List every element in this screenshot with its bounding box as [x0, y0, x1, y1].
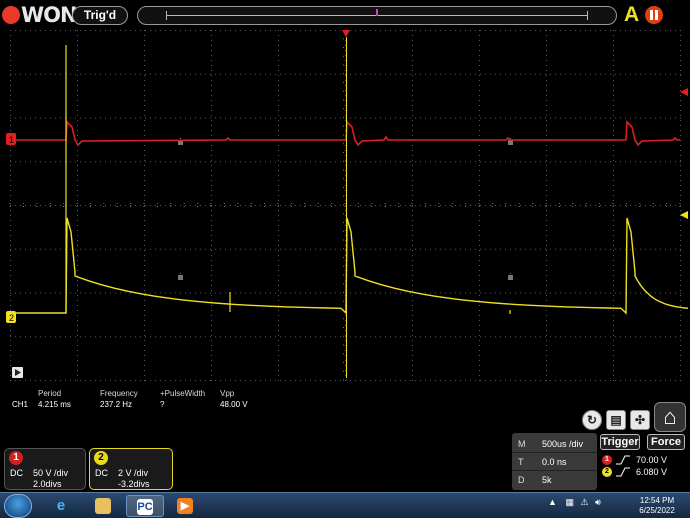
system-clock[interactable]: 12:54 PM 6/25/2022	[630, 496, 684, 516]
clock-time: 12:54 PM	[639, 496, 675, 505]
timebase-scale: 500us /div	[542, 439, 584, 449]
ch2-coupling: DC	[95, 468, 108, 478]
trigger-button[interactable]: Trigger	[600, 434, 640, 450]
volume-icon[interactable]: 🔊︎	[595, 497, 601, 507]
record-depth: 5k	[542, 475, 552, 485]
ch2-number-badge: 2	[94, 451, 108, 465]
save-icon[interactable]: ▤	[606, 410, 626, 430]
start-button[interactable]	[4, 494, 32, 518]
meas-header-frequency: Frequency	[100, 389, 138, 398]
scope-display: 1 2	[6, 29, 689, 381]
play-icon: ▶	[177, 498, 193, 514]
ch1-volts-per-div: 50 V /div	[33, 468, 69, 478]
ch1-settings-box[interactable]: 1 DC 50 V /div 2.0divs	[4, 448, 86, 490]
ch2-offset: -3.2divs	[118, 479, 150, 489]
rising-edge-icon	[616, 455, 630, 477]
meas-header-pulsewidth: +PulseWidth	[160, 389, 206, 398]
graticule-grid	[9, 29, 681, 381]
ie-icon: e	[56, 497, 66, 514]
ch1-number-badge: 1	[9, 451, 23, 465]
ch2-trigger-spike	[65, 45, 511, 314]
timebase-m-key: M	[518, 439, 526, 449]
top-bar: WON Trig'd A	[0, 0, 690, 30]
ch1-offset: 2.0divs	[33, 479, 62, 489]
clock-date: 6/25/2022	[639, 506, 675, 515]
timebase-box[interactable]: M 500us /div T 0.0 ns D 5k	[512, 433, 597, 490]
meas-value-frequency: 237.2 Hz	[100, 400, 133, 409]
pc-app[interactable]: PC	[126, 495, 164, 517]
trigger-status-badge: Trig'd	[72, 6, 128, 25]
meas-header-period: Period	[38, 389, 62, 398]
warning-icon[interactable]: ⚠	[580, 497, 588, 507]
windows-taskbar: e PC ▶ ▲ ▦ ⚠ 🔊︎ 12:54 PM 6/25/2022	[0, 492, 690, 518]
timeline-position-marker	[376, 9, 378, 16]
ch1-trigger-level-marker[interactable]	[680, 88, 688, 96]
meas-header-vpp: Vpp	[220, 389, 235, 398]
menu-expand-icon[interactable]	[12, 367, 23, 378]
ch1-ground-marker[interactable]: 1	[6, 133, 16, 145]
ch1-coupling: DC	[10, 468, 23, 478]
memory-timeline-bar[interactable]	[137, 6, 617, 25]
force-button[interactable]: Force	[647, 434, 685, 450]
trigger-ch1-dot: 1	[602, 455, 612, 465]
trigger-ch2-dot: 2	[602, 467, 612, 477]
timebase-d-key: D	[518, 475, 525, 485]
cursor-icon[interactable]: ✣	[630, 410, 650, 430]
ch2-settings-box[interactable]: 2 DC 2 V /div -3.2divs	[89, 448, 173, 490]
pc-app-icon: PC	[137, 499, 153, 515]
trigger-position-marker[interactable]	[342, 30, 350, 37]
ch2-trigger-level-marker[interactable]	[680, 211, 688, 219]
logo-o-icon	[2, 6, 20, 24]
timebase-offset: 0.0 ns	[542, 457, 567, 467]
meas-value-period: 4.215 ms	[38, 400, 71, 409]
meas-value-vpp: 48.00 V	[220, 400, 248, 409]
refresh-icon[interactable]: ↻	[582, 410, 602, 430]
system-tray: ▲ ▦ ⚠ 🔊︎	[548, 497, 601, 508]
folder-icon	[95, 498, 111, 514]
meas-channel: CH1	[12, 400, 29, 409]
media-player-app[interactable]: ▶	[168, 495, 202, 517]
tray-overflow-icon[interactable]: ▲	[548, 497, 557, 507]
file-explorer-app[interactable]	[86, 495, 120, 517]
trigger-panel: Trigger Force 1 2 70.00 V 6.080 V	[598, 433, 688, 490]
internet-explorer-app[interactable]: e	[44, 495, 78, 517]
run-stop-icon[interactable]	[645, 6, 663, 24]
auto-set-icon[interactable]: A	[624, 4, 639, 26]
meas-value-pulsewidth: ?	[160, 400, 165, 409]
svg-text:1: 1	[9, 135, 14, 145]
network-icon[interactable]: ▦	[565, 497, 574, 507]
owon-logo: WON	[2, 4, 78, 26]
trigger-level-ch1: 70.00 V	[636, 455, 668, 465]
ch2-ground-marker[interactable]: 2	[6, 311, 16, 323]
svg-text:2: 2	[9, 313, 14, 323]
ch2-volts-per-div: 2 V /div	[118, 468, 149, 478]
timebase-t-key: T	[518, 457, 524, 467]
ch2-waveform	[10, 217, 689, 315]
trigger-level-ch2: 6.080 V	[636, 467, 668, 477]
home-icon[interactable]: ⌂	[654, 402, 686, 432]
